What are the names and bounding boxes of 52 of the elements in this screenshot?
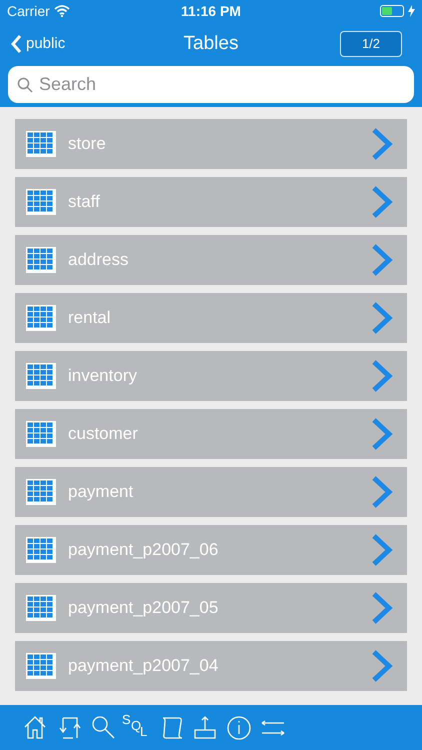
chevron-right-icon [371,243,393,277]
search-field[interactable]: Search [8,66,414,103]
table-row[interactable]: payment_p2007_06 [15,525,407,575]
table-name: payment [68,481,134,504]
carrier-label: Carrier [7,2,50,20]
chevron-right-icon [371,591,393,625]
clock: 11:16 PM [181,2,241,20]
table-name: customer [68,423,139,446]
table-grid-icon [26,131,56,157]
table-grid-icon [26,189,56,215]
table-grid-icon [26,421,56,447]
table-grid-icon [26,363,56,389]
table-grid-icon [26,305,56,331]
table-row[interactable]: store [15,119,407,169]
page-title: Tables [184,32,238,56]
chevron-right-icon [371,475,393,509]
table-name: rental [68,307,112,330]
table-grid-icon [26,247,56,273]
table-row[interactable]: inventory [15,351,407,401]
table-name: inventory [68,365,138,388]
wifi-icon [54,5,70,17]
table-grid-icon [26,479,56,505]
chevron-right-icon [371,533,393,567]
page-button[interactable]: 1/2 [340,31,402,57]
table-row[interactable]: staff [15,177,407,227]
chevron-right-icon [371,127,393,161]
chevron-left-icon [10,34,22,54]
chevron-right-icon [371,185,393,219]
table-row[interactable]: payment [15,467,407,517]
table-row[interactable]: address [15,235,407,285]
table-grid-icon [26,653,56,679]
chevron-right-icon [371,417,393,451]
table-row[interactable]: rental [15,293,407,343]
table-grid-icon [26,537,56,563]
table-name: payment_p2007_06 [68,539,220,562]
chevron-right-icon [371,301,393,335]
table-name: payment_p2007_04 [68,655,220,678]
back-button[interactable]: public [10,32,130,56]
table-name: address [68,249,130,272]
charging-icon [408,5,415,17]
battery-icon [380,5,404,17]
table-grid-icon [26,595,56,621]
table-row[interactable]: payment_p2007_04 [15,641,407,691]
sql-button[interactable]: SQL [122,712,152,742]
table-row[interactable]: payment_p2007_05 [15,583,407,633]
chevron-right-icon [371,649,393,683]
table-name: store [68,133,107,156]
table-name: payment_p2007_05 [68,597,220,620]
table-row[interactable]: customer [15,409,407,459]
chevron-right-icon [371,359,393,393]
search-icon [17,77,33,93]
table-name: staff [68,191,101,214]
